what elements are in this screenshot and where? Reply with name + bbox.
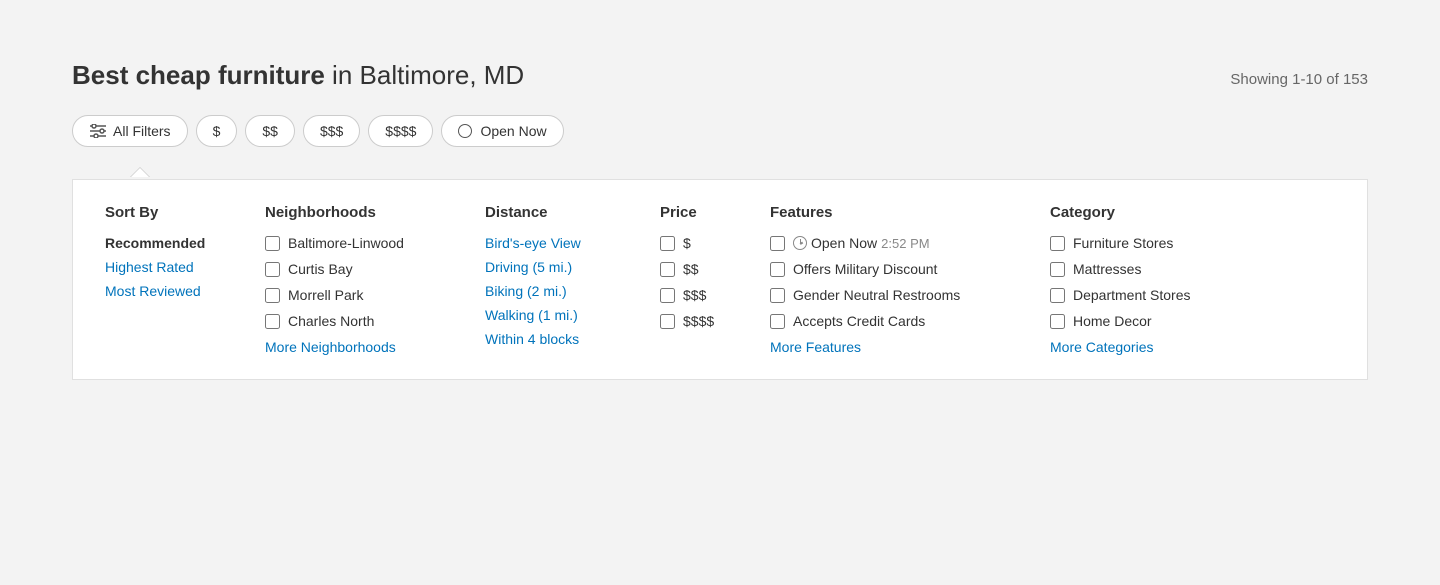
neighborhood-curtis-bay-checkbox[interactable] (265, 262, 280, 277)
neighborhood-curtis-bay: Curtis Bay (265, 261, 461, 277)
features-header: Features (770, 204, 1026, 221)
category-home-decor-checkbox[interactable] (1050, 314, 1065, 329)
sort-most-reviewed[interactable]: Most Reviewed (105, 283, 241, 299)
price-2: $$ (660, 261, 746, 277)
feature-gender-neutral-checkbox[interactable] (770, 288, 785, 303)
neighborhood-charles-north: Charles North (265, 313, 461, 329)
open-now-button[interactable]: Open Now (441, 115, 563, 147)
feature-open-now: Open Now 2:52 PM (770, 235, 1026, 251)
feature-open-now-checkbox[interactable] (770, 236, 785, 251)
neighborhood-baltimore-linwood: Baltimore-Linwood (265, 235, 461, 251)
price-col: Price $ $$ $$$ $$$$ (660, 204, 770, 355)
more-features-link[interactable]: More Features (770, 339, 1026, 355)
feature-military-discount-checkbox[interactable] (770, 262, 785, 277)
category-furniture-stores-checkbox[interactable] (1050, 236, 1065, 251)
feature-gender-neutral: Gender Neutral Restrooms (770, 287, 1026, 303)
filter-bar: All Filters $ $$ $$$ $$$$ Open Now (72, 115, 1368, 147)
price-1-button[interactable]: $ (196, 115, 238, 147)
features-col: Features Open Now 2:52 PM Offers Militar… (770, 204, 1050, 355)
price-2-button[interactable]: $$ (245, 115, 295, 147)
distance-walking[interactable]: Walking (1 mi.) (485, 307, 636, 323)
all-filters-label: All Filters (113, 123, 171, 139)
distance-biking[interactable]: Biking (2 mi.) (485, 283, 636, 299)
filters-icon (89, 124, 107, 138)
all-filters-button[interactable]: All Filters (72, 115, 188, 147)
neighborhood-morrell-park-checkbox[interactable] (265, 288, 280, 303)
price-4-button[interactable]: $$$$ (368, 115, 433, 147)
category-mattresses-checkbox[interactable] (1050, 262, 1065, 277)
distance-header: Distance (485, 204, 636, 221)
price-4: $$$$ (660, 313, 746, 329)
more-neighborhoods-link[interactable]: More Neighborhoods (265, 339, 461, 355)
category-mattresses: Mattresses (1050, 261, 1250, 277)
feature-military-discount: Offers Military Discount (770, 261, 1026, 277)
price-3-checkbox[interactable] (660, 288, 675, 303)
neighborhood-charles-north-checkbox[interactable] (265, 314, 280, 329)
feature-credit-cards: Accepts Credit Cards (770, 313, 1026, 329)
distance-birds-eye[interactable]: Bird's-eye View (485, 235, 636, 251)
price-3-button[interactable]: $$$ (303, 115, 360, 147)
sort-highest-rated[interactable]: Highest Rated (105, 259, 241, 275)
more-categories-link[interactable]: More Categories (1050, 339, 1250, 355)
neighborhood-baltimore-linwood-checkbox[interactable] (265, 236, 280, 251)
neighborhood-morrell-park: Morrell Park (265, 287, 461, 303)
price-1: $ (660, 235, 746, 251)
results-count: Showing 1-10 of 153 (1230, 71, 1368, 88)
price-2-checkbox[interactable] (660, 262, 675, 277)
neighborhoods-col: Neighborhoods Baltimore-Linwood Curtis B… (265, 204, 485, 355)
clock-icon (458, 124, 472, 138)
category-furniture-stores: Furniture Stores (1050, 235, 1250, 251)
distance-driving[interactable]: Driving (5 mi.) (485, 259, 636, 275)
price-1-checkbox[interactable] (660, 236, 675, 251)
sort-by-header: Sort By (105, 204, 241, 221)
distance-within-blocks[interactable]: Within 4 blocks (485, 331, 636, 347)
price-header: Price (660, 204, 746, 221)
feature-credit-cards-checkbox[interactable] (770, 314, 785, 329)
category-department-stores: Department Stores (1050, 287, 1250, 303)
category-header: Category (1050, 204, 1250, 221)
category-col: Category Furniture Stores Mattresses Dep… (1050, 204, 1250, 355)
sort-recommended: Recommended (105, 235, 241, 251)
price-4-checkbox[interactable] (660, 314, 675, 329)
neighborhoods-header: Neighborhoods (265, 204, 461, 221)
dropdown-triangle-inner (131, 168, 149, 177)
price-3: $$$ (660, 287, 746, 303)
sort-by-col: Sort By Recommended Highest Rated Most R… (105, 204, 265, 355)
distance-col: Distance Bird's-eye View Driving (5 mi.)… (485, 204, 660, 355)
filter-panel: Sort By Recommended Highest Rated Most R… (72, 179, 1368, 380)
category-department-stores-checkbox[interactable] (1050, 288, 1065, 303)
category-home-decor: Home Decor (1050, 313, 1250, 329)
header-row: Best cheap furniture in Baltimore, MD Sh… (72, 60, 1368, 91)
page-title: Best cheap furniture in Baltimore, MD (72, 60, 524, 91)
clock-icon (793, 236, 807, 250)
